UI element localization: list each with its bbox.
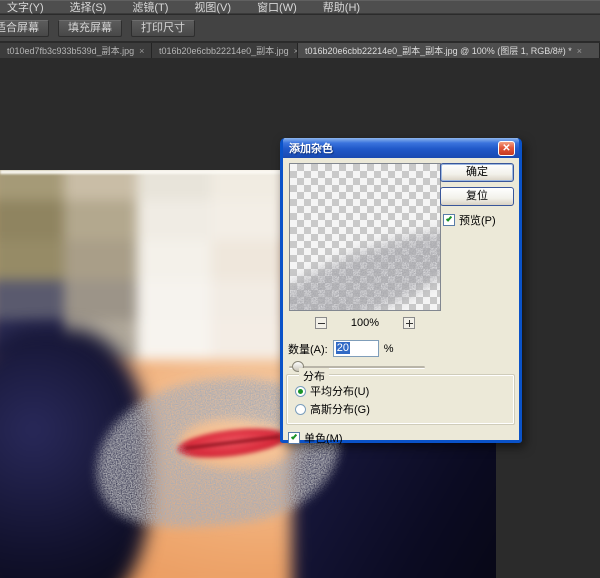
print-size-button[interactable]: 打印尺寸 [131,20,195,37]
options-bar: 适合屏幕 填充屏幕 打印尺寸 [0,15,600,42]
amount-value-selected: 20 [336,342,350,354]
tab-document-1[interactable]: t010ed7fb3c933b539d_副本.jpg × [0,43,152,58]
menu-item-select[interactable]: 选择(S) [57,0,120,15]
tab-document-2[interactable]: t016b20e6cbb22214e0_副本.jpg × [152,43,298,58]
menu-bar: 文字(Y) 选择(S) 滤镜(T) 视图(V) 窗口(W) 帮助(H) [0,0,600,14]
menu-item-filter[interactable]: 滤镜(T) [119,0,181,15]
tab-document-3-active[interactable]: t016b20e6cbb22214e0_副本_副本.jpg @ 100% (图层… [298,43,600,58]
plus-icon [406,323,413,324]
tab-label: t010ed7fb3c933b539d_副本.jpg [7,44,134,57]
amount-label: 数量(A): [288,341,328,357]
tab-label: t016b20e6cbb22214e0_副本.jpg [159,44,289,57]
menu-item-help[interactable]: 帮助(H) [310,0,373,15]
zoom-out-button[interactable] [315,317,327,329]
tab-close-icon[interactable]: × [577,46,582,56]
gaussian-radio[interactable] [295,404,306,415]
dialog-close-icon[interactable]: ✕ [498,141,515,156]
reset-button[interactable]: 复位 [440,187,514,206]
check-icon [446,215,452,221]
dialog-title-bar[interactable]: 添加杂色 ✕ [283,138,519,158]
distribution-group: 分布 平均分布(U) 高斯分布(G) [286,374,515,425]
monochromatic-checkbox-row: 单色(M) [288,430,343,446]
fill-screen-button[interactable]: 填充屏幕 [58,20,122,37]
uniform-radio[interactable] [295,386,306,397]
distribution-label: 分布 [299,368,329,384]
dialog-body: 100% 确定 复位 预览(P) 数量(A): 20 % 分布 [283,158,519,440]
uniform-radio-row: 平均分布(U) [295,383,369,399]
preview-checkbox[interactable] [443,214,455,226]
preview-checkbox-row: 预览(P) [443,212,496,228]
fit-screen-button[interactable]: 适合屏幕 [0,20,49,37]
document-tab-bar: t010ed7fb3c933b539d_副本.jpg × t016b20e6cb… [0,43,600,58]
add-noise-dialog: 添加杂色 ✕ [280,138,522,443]
monochromatic-checkbox-label: 单色(M) [304,430,343,446]
noise-preview[interactable] [289,163,441,311]
preview-zoom-controls: 100% [289,316,441,330]
gaussian-radio-row: 高斯分布(G) [295,401,370,417]
menu-item-view[interactable]: 视图(V) [181,0,244,15]
check-icon [291,433,297,439]
ok-button[interactable]: 确定 [440,163,514,182]
menu-item-type[interactable]: 文字(Y) [0,0,57,15]
amount-row: 数量(A): 20 % [288,340,394,357]
gaussian-radio-label: 高斯分布(G) [310,401,370,417]
dialog-title: 添加杂色 [289,140,498,156]
menu-item-window[interactable]: 窗口(W) [244,0,310,15]
tab-label: t016b20e6cbb22214e0_副本_副本.jpg @ 100% (图层… [305,44,572,57]
amount-input[interactable]: 20 [333,340,379,357]
zoom-level: 100% [351,317,379,329]
uniform-radio-label: 平均分布(U) [310,383,369,399]
amount-unit: % [384,343,394,355]
minus-icon [318,323,325,324]
canvas-workspace: 添加杂色 ✕ [0,58,600,578]
preview-checkbox-label: 预览(P) [459,212,496,228]
zoom-in-button[interactable] [403,317,415,329]
tab-close-icon[interactable]: × [139,46,144,56]
monochromatic-checkbox[interactable] [288,432,300,444]
noise-preview-band [290,164,440,310]
